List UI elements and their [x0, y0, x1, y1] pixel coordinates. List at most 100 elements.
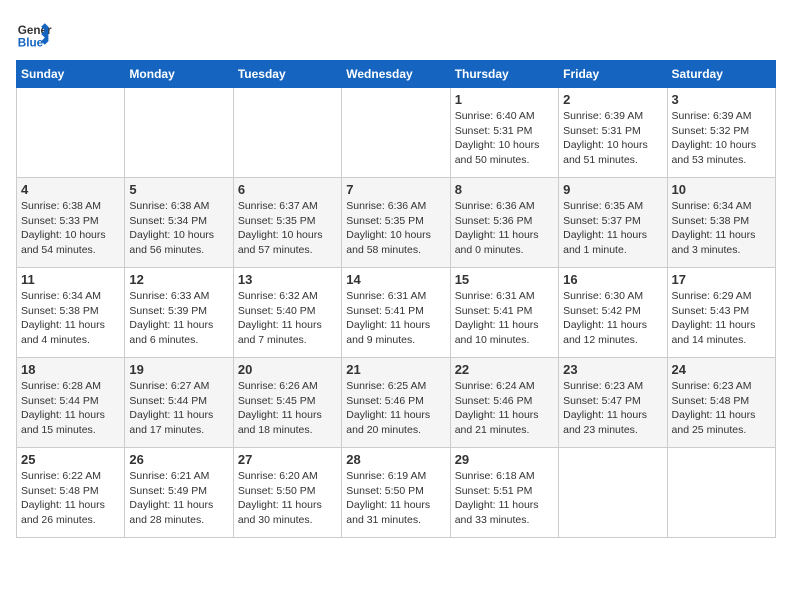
day-number: 7	[346, 182, 445, 197]
calendar-week-row: 25 Sunrise: 6:22 AM Sunset: 5:48 PM Dayli…	[17, 448, 776, 538]
day-info: Sunrise: 6:19 AM Sunset: 5:50 PM Dayligh…	[346, 469, 445, 528]
day-info: Sunrise: 6:33 AM Sunset: 5:39 PM Dayligh…	[129, 289, 228, 348]
day-info: Sunrise: 6:22 AM Sunset: 5:48 PM Dayligh…	[21, 469, 120, 528]
calendar-cell: 23 Sunrise: 6:23 AM Sunset: 5:47 PM Dayli…	[559, 358, 667, 448]
day-number: 16	[563, 272, 662, 287]
calendar-week-row: 18 Sunrise: 6:28 AM Sunset: 5:44 PM Dayli…	[17, 358, 776, 448]
calendar-body: 1 Sunrise: 6:40 AM Sunset: 5:31 PM Daylig…	[17, 88, 776, 538]
day-info: Sunrise: 6:36 AM Sunset: 5:36 PM Dayligh…	[455, 199, 554, 258]
day-info: Sunrise: 6:35 AM Sunset: 5:37 PM Dayligh…	[563, 199, 662, 258]
day-number: 1	[455, 92, 554, 107]
calendar-week-row: 1 Sunrise: 6:40 AM Sunset: 5:31 PM Daylig…	[17, 88, 776, 178]
weekday-header: Sunday	[17, 61, 125, 88]
day-number: 12	[129, 272, 228, 287]
day-info: Sunrise: 6:25 AM Sunset: 5:46 PM Dayligh…	[346, 379, 445, 438]
day-info: Sunrise: 6:38 AM Sunset: 5:33 PM Dayligh…	[21, 199, 120, 258]
day-info: Sunrise: 6:38 AM Sunset: 5:34 PM Dayligh…	[129, 199, 228, 258]
day-info: Sunrise: 6:24 AM Sunset: 5:46 PM Dayligh…	[455, 379, 554, 438]
day-number: 27	[238, 452, 337, 467]
day-number: 20	[238, 362, 337, 377]
weekday-header: Thursday	[450, 61, 558, 88]
day-number: 15	[455, 272, 554, 287]
calendar-cell: 16 Sunrise: 6:30 AM Sunset: 5:42 PM Dayli…	[559, 268, 667, 358]
svg-text:Blue: Blue	[18, 37, 44, 50]
day-info: Sunrise: 6:20 AM Sunset: 5:50 PM Dayligh…	[238, 469, 337, 528]
weekday-row: SundayMondayTuesdayWednesdayThursdayFrid…	[17, 61, 776, 88]
day-number: 2	[563, 92, 662, 107]
weekday-header: Wednesday	[342, 61, 450, 88]
day-number: 24	[672, 362, 771, 377]
weekday-header: Monday	[125, 61, 233, 88]
calendar-cell: 25 Sunrise: 6:22 AM Sunset: 5:48 PM Dayli…	[17, 448, 125, 538]
day-number: 23	[563, 362, 662, 377]
calendar-cell: 11 Sunrise: 6:34 AM Sunset: 5:38 PM Dayli…	[17, 268, 125, 358]
day-info: Sunrise: 6:29 AM Sunset: 5:43 PM Dayligh…	[672, 289, 771, 348]
day-number: 3	[672, 92, 771, 107]
day-info: Sunrise: 6:31 AM Sunset: 5:41 PM Dayligh…	[455, 289, 554, 348]
calendar-cell: 22 Sunrise: 6:24 AM Sunset: 5:46 PM Dayli…	[450, 358, 558, 448]
calendar-cell: 2 Sunrise: 6:39 AM Sunset: 5:31 PM Daylig…	[559, 88, 667, 178]
day-number: 26	[129, 452, 228, 467]
calendar-cell: 1 Sunrise: 6:40 AM Sunset: 5:31 PM Daylig…	[450, 88, 558, 178]
day-number: 5	[129, 182, 228, 197]
logo-icon: General Blue	[16, 16, 52, 52]
day-number: 19	[129, 362, 228, 377]
day-info: Sunrise: 6:34 AM Sunset: 5:38 PM Dayligh…	[21, 289, 120, 348]
calendar-cell	[342, 88, 450, 178]
day-number: 17	[672, 272, 771, 287]
calendar-cell: 13Sunrise: 6:32 AM Sunset: 5:40 PM Dayli…	[233, 268, 341, 358]
day-number: 28	[346, 452, 445, 467]
day-number: 18	[21, 362, 120, 377]
calendar-cell: 10Sunrise: 6:34 AM Sunset: 5:38 PM Dayli…	[667, 178, 775, 268]
day-number: 21	[346, 362, 445, 377]
calendar-week-row: 4Sunrise: 6:38 AM Sunset: 5:33 PM Daylig…	[17, 178, 776, 268]
calendar-week-row: 11 Sunrise: 6:34 AM Sunset: 5:38 PM Dayli…	[17, 268, 776, 358]
day-number: 8	[455, 182, 554, 197]
day-info: Sunrise: 6:39 AM Sunset: 5:32 PM Dayligh…	[672, 109, 771, 168]
calendar-cell: 15 Sunrise: 6:31 AM Sunset: 5:41 PM Dayli…	[450, 268, 558, 358]
calendar-cell: 5 Sunrise: 6:38 AM Sunset: 5:34 PM Daylig…	[125, 178, 233, 268]
calendar-cell: 24 Sunrise: 6:23 AM Sunset: 5:48 PM Dayli…	[667, 358, 775, 448]
calendar-table: SundayMondayTuesdayWednesdayThursdayFrid…	[16, 60, 776, 538]
day-info: Sunrise: 6:40 AM Sunset: 5:31 PM Dayligh…	[455, 109, 554, 168]
calendar-cell: 9 Sunrise: 6:35 AM Sunset: 5:37 PM Daylig…	[559, 178, 667, 268]
calendar-cell: 8 Sunrise: 6:36 AM Sunset: 5:36 PM Daylig…	[450, 178, 558, 268]
day-info: Sunrise: 6:23 AM Sunset: 5:48 PM Dayligh…	[672, 379, 771, 438]
day-info: Sunrise: 6:26 AM Sunset: 5:45 PM Dayligh…	[238, 379, 337, 438]
calendar-cell: 3 Sunrise: 6:39 AM Sunset: 5:32 PM Daylig…	[667, 88, 775, 178]
weekday-header: Saturday	[667, 61, 775, 88]
calendar-cell: 17 Sunrise: 6:29 AM Sunset: 5:43 PM Dayli…	[667, 268, 775, 358]
calendar-cell: 26Sunrise: 6:21 AM Sunset: 5:49 PM Dayli…	[125, 448, 233, 538]
calendar-cell	[233, 88, 341, 178]
calendar-cell: 12 Sunrise: 6:33 AM Sunset: 5:39 PM Dayli…	[125, 268, 233, 358]
calendar-cell	[667, 448, 775, 538]
day-number: 13	[238, 272, 337, 287]
calendar-cell: 7Sunrise: 6:36 AM Sunset: 5:35 PM Daylig…	[342, 178, 450, 268]
calendar-cell: 4Sunrise: 6:38 AM Sunset: 5:33 PM Daylig…	[17, 178, 125, 268]
calendar-cell	[17, 88, 125, 178]
day-number: 9	[563, 182, 662, 197]
calendar-cell: 27 Sunrise: 6:20 AM Sunset: 5:50 PM Dayli…	[233, 448, 341, 538]
day-info: Sunrise: 6:23 AM Sunset: 5:47 PM Dayligh…	[563, 379, 662, 438]
day-number: 6	[238, 182, 337, 197]
calendar-cell	[559, 448, 667, 538]
day-number: 11	[21, 272, 120, 287]
calendar-cell: 19 Sunrise: 6:27 AM Sunset: 5:44 PM Dayli…	[125, 358, 233, 448]
calendar-cell: 28 Sunrise: 6:19 AM Sunset: 5:50 PM Dayli…	[342, 448, 450, 538]
calendar-cell: 21 Sunrise: 6:25 AM Sunset: 5:46 PM Dayli…	[342, 358, 450, 448]
day-info: Sunrise: 6:27 AM Sunset: 5:44 PM Dayligh…	[129, 379, 228, 438]
day-info: Sunrise: 6:31 AM Sunset: 5:41 PM Dayligh…	[346, 289, 445, 348]
calendar-header: SundayMondayTuesdayWednesdayThursdayFrid…	[17, 61, 776, 88]
day-number: 22	[455, 362, 554, 377]
calendar-cell: 14Sunrise: 6:31 AM Sunset: 5:41 PM Dayli…	[342, 268, 450, 358]
day-info: Sunrise: 6:28 AM Sunset: 5:44 PM Dayligh…	[21, 379, 120, 438]
day-number: 10	[672, 182, 771, 197]
calendar-cell: 29 Sunrise: 6:18 AM Sunset: 5:51 PM Dayli…	[450, 448, 558, 538]
day-number: 29	[455, 452, 554, 467]
day-number: 25	[21, 452, 120, 467]
day-info: Sunrise: 6:30 AM Sunset: 5:42 PM Dayligh…	[563, 289, 662, 348]
day-info: Sunrise: 6:18 AM Sunset: 5:51 PM Dayligh…	[455, 469, 554, 528]
header: General Blue	[16, 16, 776, 52]
day-info: Sunrise: 6:39 AM Sunset: 5:31 PM Dayligh…	[563, 109, 662, 168]
weekday-header: Friday	[559, 61, 667, 88]
